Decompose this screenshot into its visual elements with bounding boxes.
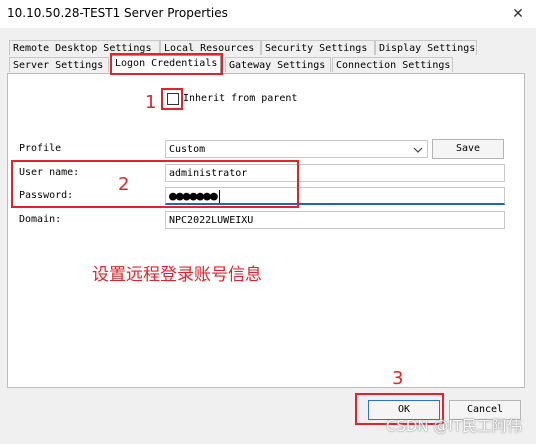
- username-input[interactable]: administrator: [165, 164, 505, 182]
- domain-input[interactable]: NPC2022LUWEIXU: [165, 211, 505, 229]
- inherit-from-parent-checkbox[interactable]: [167, 93, 179, 105]
- title-bar: 10.10.50.28-TEST1 Server Properties ✕: [0, 0, 536, 28]
- domain-label: Domain:: [19, 214, 62, 225]
- tab-remote-desktop-settings[interactable]: Remote Desktop Settings: [9, 40, 160, 55]
- inherit-from-parent-label: Inherit from parent: [183, 93, 298, 104]
- password-input[interactable]: ●●●●●●●: [165, 187, 505, 205]
- profile-value: Custom: [169, 144, 206, 155]
- profile-label: Profile: [19, 143, 62, 154]
- password-mask: ●●●●●●●: [169, 189, 218, 204]
- watermark: CSDN @IT民工阿伟: [385, 417, 522, 435]
- annotation-caption: 设置远程登录账号信息: [92, 265, 262, 285]
- chevron-down-icon: [413, 141, 423, 157]
- tab-connection-settings[interactable]: Connection Settings: [332, 57, 453, 72]
- text-caret: [218, 190, 220, 203]
- password-label: Password:: [19, 190, 74, 201]
- tab-local-resources[interactable]: Local Resources: [160, 40, 261, 55]
- profile-dropdown[interactable]: Custom: [165, 140, 428, 158]
- username-label: User name:: [19, 167, 80, 178]
- save-button[interactable]: Save: [432, 139, 504, 159]
- annotation-marker-3: 3: [392, 368, 404, 389]
- annotation-marker-2: 2: [118, 174, 130, 195]
- server-properties-dialog: 10.10.50.28-TEST1 Server Properties ✕ Re…: [0, 0, 536, 444]
- tab-server-settings[interactable]: Server Settings: [9, 57, 109, 72]
- annotation-marker-1: 1: [145, 92, 157, 113]
- logon-credentials-panel: [7, 73, 525, 388]
- window-title: 10.10.50.28-TEST1 Server Properties: [7, 6, 228, 20]
- tab-security-settings[interactable]: Security Settings: [261, 40, 375, 55]
- close-icon[interactable]: ✕: [500, 0, 536, 28]
- tab-display-settings[interactable]: Display Settings: [375, 40, 477, 55]
- tab-logon-credentials[interactable]: Logon Credentials: [111, 55, 221, 73]
- tab-gateway-settings[interactable]: Gateway Settings: [225, 57, 331, 72]
